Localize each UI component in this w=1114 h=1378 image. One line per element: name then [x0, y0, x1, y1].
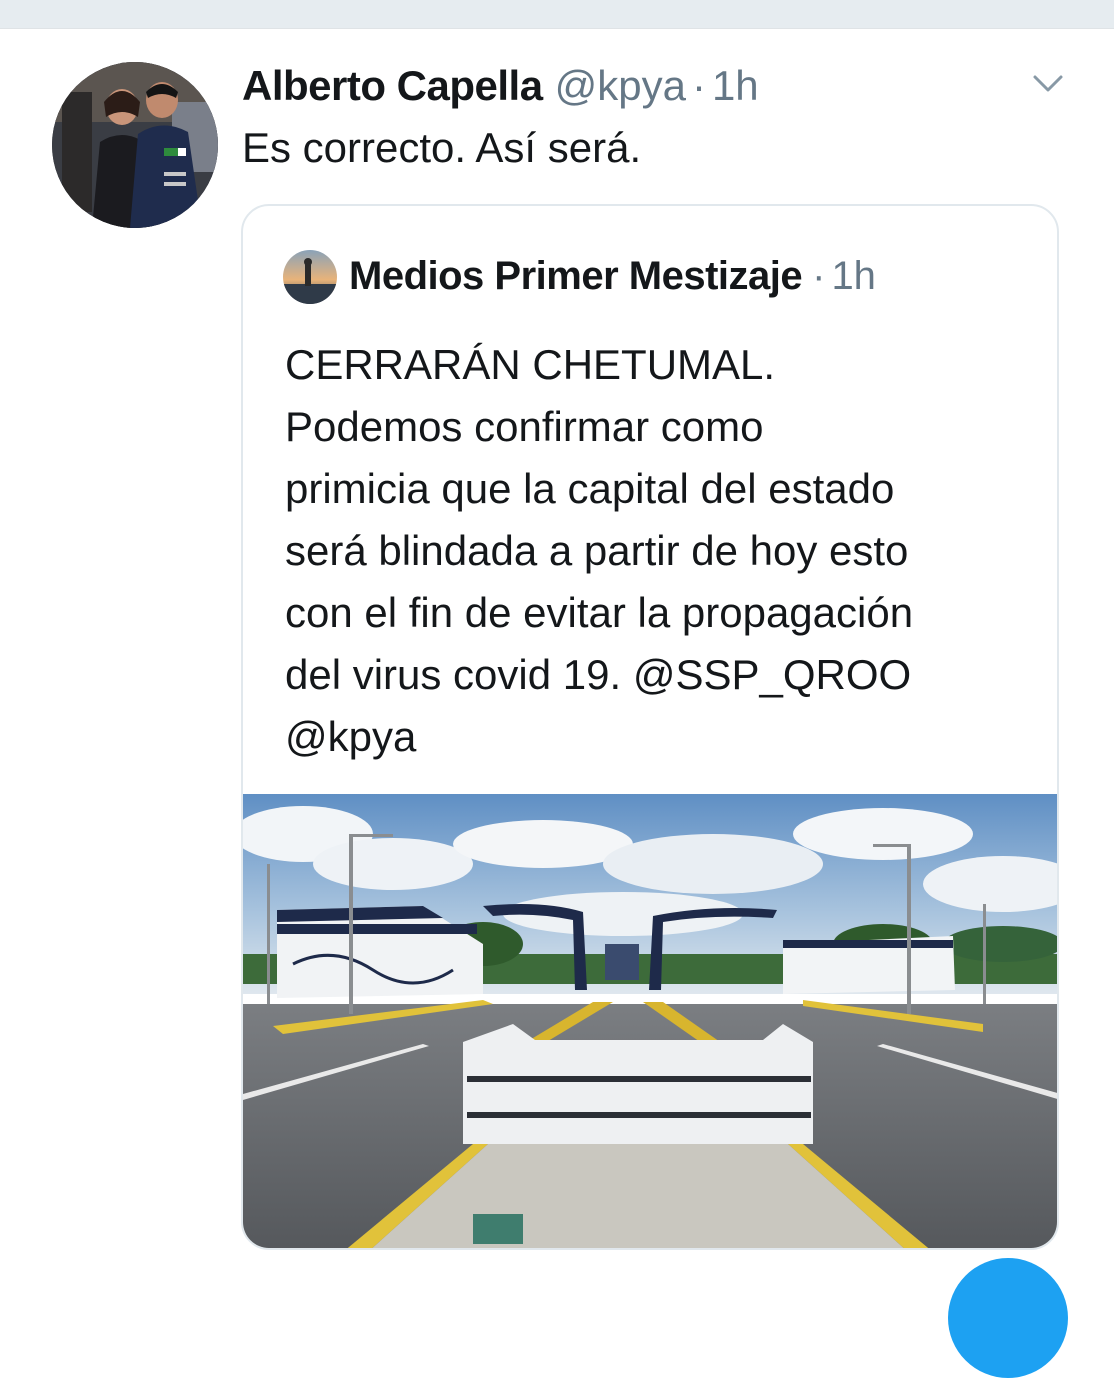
quoted-text-line: será blindada a partir de hoy esto — [285, 527, 909, 574]
quoted-tweet-card[interactable]: Medios Primer Mestizaje · 1h CERRARÁN CH… — [241, 204, 1059, 1250]
quoted-tweet-timestamp[interactable]: 1h — [831, 254, 876, 299]
compose-tweet-button[interactable] — [948, 1258, 1068, 1378]
author-name[interactable]: Alberto Capella — [242, 62, 543, 110]
separator-dot: · — [812, 253, 826, 298]
quoted-text-line: del virus covid 19. @SSP_QROO — [285, 651, 912, 698]
quoted-author-avatar — [283, 250, 337, 304]
separator-dot: · — [691, 62, 706, 109]
tweet-timestamp[interactable]: 1h — [712, 62, 759, 110]
chevron-down-icon — [1033, 75, 1063, 92]
tweet-header: Alberto Capella @kpya · 1h — [242, 58, 759, 114]
quoted-text-line: CERRARÁN CHETUMAL. — [285, 341, 776, 388]
quoted-author-name[interactable]: Medios Primer Mestizaje — [349, 254, 803, 299]
quoted-text-line: primicia que la capital del estado — [285, 465, 895, 512]
tweet-text: Es correcto. Así será. — [242, 124, 642, 171]
quoted-text-line: @kpya — [285, 713, 417, 760]
quoted-tweet-text: CERRARÁN CHETUMAL. Podemos confirmar com… — [285, 334, 1045, 768]
quoted-text-line: con el fin de evitar la propagación — [285, 589, 914, 636]
checkpoint-photo[interactable] — [243, 794, 1059, 1250]
quoted-tweet-header: Medios Primer Mestizaje · 1h — [349, 246, 876, 306]
quoted-text-line: Podemos confirmar como — [285, 403, 764, 450]
tweet-menu-button[interactable] — [1026, 64, 1070, 104]
author-avatar[interactable] — [52, 62, 218, 228]
top-bar — [0, 0, 1114, 29]
sunset-monument-avatar-icon — [283, 250, 337, 304]
author-handle[interactable]: @kpya — [555, 62, 686, 110]
avatar-photo — [52, 62, 218, 228]
